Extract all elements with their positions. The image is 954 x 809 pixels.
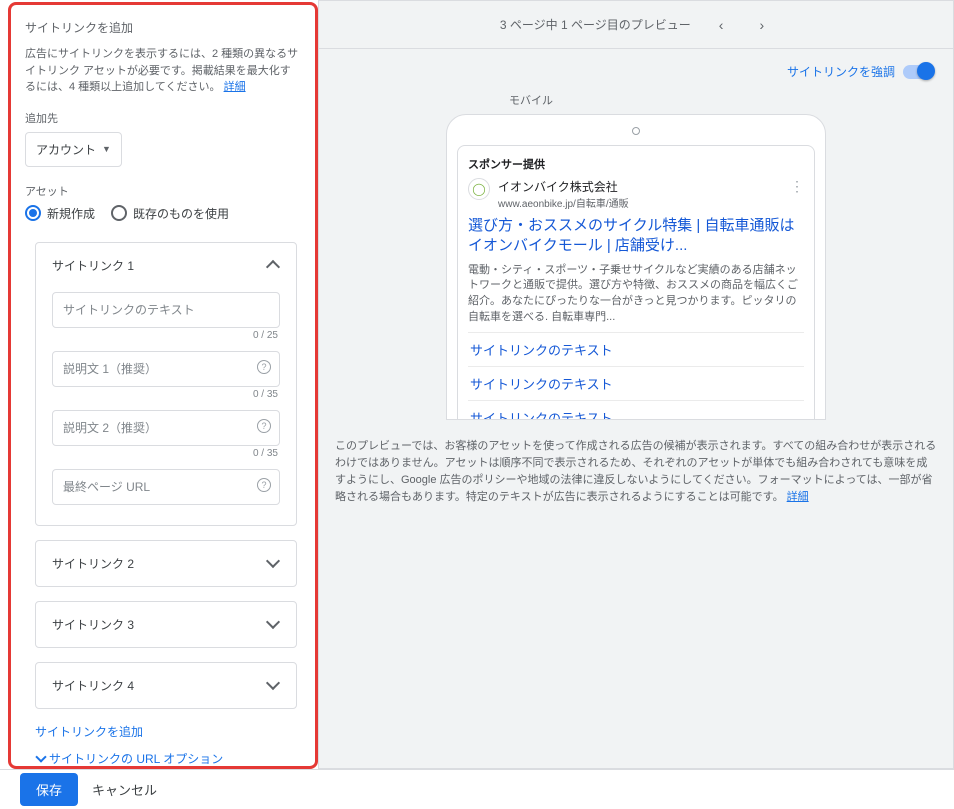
- desc1-input[interactable]: [63, 362, 269, 376]
- sitelink-text-input[interactable]: [63, 303, 269, 317]
- sitelink-preview-item[interactable]: サイトリンクのテキスト: [468, 401, 804, 420]
- panel-heading: サイトリンクを追加: [25, 19, 301, 36]
- preview-title: 3 ページ中 1 ページ目のプレビュー: [500, 16, 691, 33]
- footer-bar: 保存 キャンセル: [0, 769, 954, 809]
- sitelink-preview-list: サイトリンクのテキスト サイトリンクのテキスト サイトリンクのテキスト サイトリ…: [468, 332, 804, 420]
- brand-icon: ◯: [468, 178, 490, 200]
- add-to-label: 追加先: [25, 110, 301, 126]
- desc2-input-wrap: ?: [52, 410, 280, 446]
- sitelink-card-3: サイトリンク 3: [35, 601, 297, 648]
- add-to-value: アカウント: [36, 141, 96, 158]
- desc2-counter: 0 / 35: [52, 448, 278, 459]
- help-icon[interactable]: ?: [257, 419, 271, 433]
- ad-preview-card: スポンサー提供 ◯ イオンバイク株式会社 www.aeonbike.jp/自転車…: [457, 145, 815, 420]
- chevron-down-icon: [266, 678, 280, 692]
- sitelink-card-2: サイトリンク 2: [35, 540, 297, 587]
- phone-preview: スポンサー提供 ◯ イオンバイク株式会社 www.aeonbike.jp/自転車…: [446, 114, 826, 420]
- sitelink-text-input-wrap: [52, 292, 280, 328]
- kebab-menu-icon[interactable]: ⋮: [790, 178, 804, 195]
- caret-down-icon: ▼: [102, 144, 111, 154]
- chevron-down-icon: [266, 617, 280, 631]
- radio-new[interactable]: 新規作成: [25, 205, 95, 222]
- chevron-down-icon: [35, 753, 45, 763]
- preview-panel: 3 ページ中 1 ページ目のプレビュー ‹ › サイトリンクを強調 モバイル ス…: [318, 0, 954, 769]
- sitelink-1-header[interactable]: サイトリンク 1: [36, 243, 296, 288]
- preview-disclaimer: このプレビューでは、お客様のアセットを使って作成される広告の候補が表示されます。…: [319, 438, 953, 506]
- emphasis-label: サイトリンクを強調: [787, 63, 895, 80]
- save-button[interactable]: 保存: [20, 773, 78, 806]
- cancel-button[interactable]: キャンセル: [92, 780, 157, 799]
- disclaimer-details-link[interactable]: 詳細: [787, 491, 809, 503]
- intro-text: 広告にサイトリンクを表示するには、2 種類の異なるサイトリンク アセットが必要で…: [25, 46, 301, 96]
- desc2-input[interactable]: [63, 421, 269, 435]
- sitelink-card-1: サイトリンク 1 0 / 25 ? 0 / 35: [35, 242, 297, 526]
- help-icon[interactable]: ?: [257, 360, 271, 374]
- sitelink-3-header[interactable]: サイトリンク 3: [36, 602, 296, 647]
- final-url-input[interactable]: [63, 480, 269, 494]
- emphasis-toggle[interactable]: [903, 65, 933, 79]
- asset-label: アセット: [25, 183, 301, 199]
- sitelink-2-header[interactable]: サイトリンク 2: [36, 541, 296, 586]
- preview-next-button[interactable]: ›: [751, 13, 772, 37]
- radio-existing[interactable]: 既存のものを使用: [111, 205, 229, 222]
- brand-name: イオンバイク株式会社: [498, 178, 629, 195]
- sitelink-text-counter: 0 / 25: [52, 330, 278, 341]
- phone-notch-icon: [632, 127, 640, 135]
- add-to-dropdown[interactable]: アカウント ▼: [25, 132, 122, 167]
- add-sitelink-link[interactable]: サイトリンクを追加: [35, 723, 301, 740]
- mobile-label: モバイル: [509, 92, 953, 108]
- sitelink-card-4: サイトリンク 4: [35, 662, 297, 709]
- sitelink-form-panel: サイトリンクを追加 広告にサイトリンクを表示するには、2 種類の異なるサイトリン…: [8, 2, 318, 769]
- radio-unchecked-icon: [111, 205, 127, 221]
- desc1-counter: 0 / 35: [52, 389, 278, 400]
- help-icon[interactable]: ?: [257, 478, 271, 492]
- preview-prev-button[interactable]: ‹: [711, 13, 732, 37]
- ad-description: 電動・シティ・スポーツ・子乗せサイクルなど実績のある店舗ネットワークと通販で提供…: [468, 263, 804, 327]
- chevron-up-icon: [266, 258, 280, 272]
- final-url-input-wrap: ?: [52, 469, 280, 505]
- url-options-link[interactable]: サイトリンクの URL オプション: [35, 750, 301, 767]
- sitelink-preview-item[interactable]: サイトリンクのテキスト: [468, 333, 804, 367]
- intro-details-link[interactable]: 詳細: [224, 81, 246, 93]
- radio-checked-icon: [25, 205, 41, 221]
- sitelink-preview-item[interactable]: サイトリンクのテキスト: [468, 367, 804, 401]
- sitelink-4-header[interactable]: サイトリンク 4: [36, 663, 296, 708]
- desc1-input-wrap: ?: [52, 351, 280, 387]
- chevron-down-icon: [266, 556, 280, 570]
- brand-url: www.aeonbike.jp/自転車/通販: [498, 195, 629, 210]
- sponsor-label: スポンサー提供: [468, 156, 804, 172]
- ad-title: 選び方・おススメのサイクル特集 | 自転車通販はイオンバイクモール | 店舗受け…: [468, 216, 804, 257]
